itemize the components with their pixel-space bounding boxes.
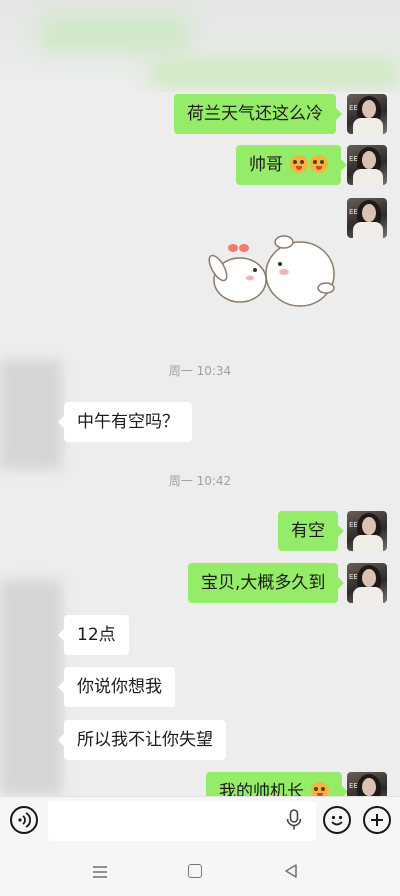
message-text: 有空 xyxy=(291,521,325,541)
message-text: 12点 xyxy=(77,625,116,645)
plus-icon[interactable] xyxy=(363,806,391,834)
back-icon[interactable] xyxy=(283,863,299,879)
message-bubble-incoming[interactable]: 所以我不让你失望 xyxy=(58,720,226,760)
message-bubble-outgoing[interactable]: 荷兰天气还这么冷 xyxy=(174,94,342,134)
message-bubble-outgoing[interactable]: 宝贝,大概多久到 xyxy=(188,563,345,603)
surprised-emoji-icon xyxy=(310,155,329,173)
composer-bar xyxy=(0,796,400,843)
partial-message-row: 我的帅机长 EE xyxy=(0,770,400,796)
message-text: 中午有空吗？ xyxy=(77,412,179,432)
system-nav-bar xyxy=(0,842,400,896)
message-text: 宝贝,大概多久到 xyxy=(201,573,326,593)
message-bubble-outgoing[interactable]: 我的帅机长 xyxy=(206,772,349,796)
home-icon[interactable] xyxy=(188,864,202,878)
message-bubble-incoming[interactable]: 你说你想我 xyxy=(58,667,175,707)
timestamp: 周一 10:42 xyxy=(168,474,232,488)
message-text: 所以我不让你失望 xyxy=(77,730,213,750)
surprised-emoji-icon xyxy=(311,782,330,796)
voice-icon[interactable] xyxy=(10,806,38,834)
sticker-image[interactable] xyxy=(200,228,340,308)
avatar[interactable]: EE xyxy=(347,772,387,796)
menu-icon[interactable] xyxy=(91,864,109,878)
avatar[interactable]: EE xyxy=(347,563,387,603)
message-text: 你说你想我 xyxy=(77,677,162,697)
avatar[interactable]: EE xyxy=(347,94,387,134)
message-text: 荷兰天气还这么冷 xyxy=(187,104,323,124)
message-text: 我的帅机长 xyxy=(219,782,304,796)
avatar[interactable]: EE xyxy=(347,198,387,238)
surprised-emoji-icon xyxy=(290,155,309,173)
avatar[interactable]: EE xyxy=(347,511,387,551)
message-input[interactable] xyxy=(48,801,316,841)
blurred-avatar-region xyxy=(0,580,62,795)
avatar[interactable]: EE xyxy=(347,145,387,185)
message-bubble-incoming[interactable]: 中午有空吗？ xyxy=(58,402,192,442)
message-bubble-outgoing[interactable]: 有空 xyxy=(278,511,344,551)
message-text: 帅哥 xyxy=(249,155,283,175)
timestamp: 周一 10:34 xyxy=(168,364,232,378)
mic-icon[interactable] xyxy=(284,809,304,831)
emoji-icon[interactable] xyxy=(323,806,351,834)
message-bubble-incoming[interactable]: 12点 xyxy=(58,615,129,655)
message-bubble-outgoing[interactable]: 帅哥 xyxy=(236,145,348,185)
blurred-header xyxy=(0,0,400,92)
